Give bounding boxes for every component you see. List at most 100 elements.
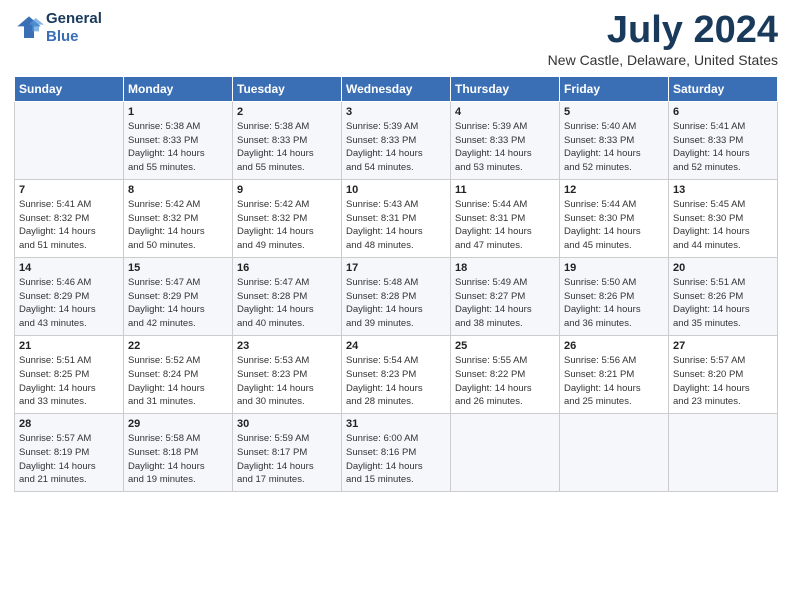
calendar-cell: 29 Sunrise: 5:58 AM Sunset: 8:18 PM Dayli… <box>124 414 233 492</box>
calendar-cell: 17Sunrise: 5:48 AM Sunset: 8:28 PM Dayli… <box>342 257 451 335</box>
calendar-cell: 20 Sunrise: 5:51 AM Sunset: 8:26 PM Dayli… <box>669 257 778 335</box>
day-number: 19 <box>564 262 664 274</box>
day-info: Sunrise: 5:58 AM Sunset: 8:18 PM Dayligh… <box>128 432 228 487</box>
calendar-cell: 27 Sunrise: 5:57 AM Sunset: 8:20 PM Dayli… <box>669 335 778 413</box>
day-number: 29 <box>128 418 228 430</box>
calendar-week-row: 14Sunrise: 5:46 AM Sunset: 8:29 PM Dayli… <box>15 257 778 335</box>
day-info: Sunrise: 5:47 AM Sunset: 8:28 PM Dayligh… <box>237 276 337 331</box>
calendar-cell: 5Sunrise: 5:40 AM Sunset: 8:33 PM Daylig… <box>560 101 669 179</box>
day-number: 28 <box>19 418 119 430</box>
day-info: Sunrise: 5:52 AM Sunset: 8:24 PM Dayligh… <box>128 354 228 409</box>
calendar-cell: 11 Sunrise: 5:44 AM Sunset: 8:31 PM Dayli… <box>451 179 560 257</box>
calendar-week-row: 7 Sunrise: 5:41 AM Sunset: 8:32 PM Daylig… <box>15 179 778 257</box>
main-title: July 2024 <box>548 10 778 52</box>
subtitle: New Castle, Delaware, United States <box>548 52 778 68</box>
calendar-cell: 18Sunrise: 5:49 AM Sunset: 8:27 PM Dayli… <box>451 257 560 335</box>
calendar-week-row: 21 Sunrise: 5:51 AM Sunset: 8:25 PM Dayli… <box>15 335 778 413</box>
calendar-cell <box>560 414 669 492</box>
logo: General Blue <box>14 10 102 46</box>
day-info: Sunrise: 5:39 AM Sunset: 8:33 PM Dayligh… <box>346 120 446 175</box>
day-number: 27 <box>673 340 773 352</box>
day-number: 31 <box>346 418 446 430</box>
header-row: SundayMondayTuesdayWednesdayThursdayFrid… <box>15 76 778 101</box>
main-container: General Blue July 2024 New Castle, Delaw… <box>0 0 792 500</box>
day-info: Sunrise: 5:56 AM Sunset: 8:21 PM Dayligh… <box>564 354 664 409</box>
day-number: 9 <box>237 184 337 196</box>
day-number: 23 <box>237 340 337 352</box>
calendar-cell: 10Sunrise: 5:43 AM Sunset: 8:31 PM Dayli… <box>342 179 451 257</box>
calendar-cell: 31 Sunrise: 6:00 AM Sunset: 8:16 PM Dayli… <box>342 414 451 492</box>
day-info: Sunrise: 5:54 AM Sunset: 8:23 PM Dayligh… <box>346 354 446 409</box>
day-number: 6 <box>673 106 773 118</box>
calendar-cell: 6 Sunrise: 5:41 AM Sunset: 8:33 PM Daylig… <box>669 101 778 179</box>
day-info: Sunrise: 5:42 AM Sunset: 8:32 PM Dayligh… <box>128 198 228 253</box>
calendar-cell <box>451 414 560 492</box>
day-info: Sunrise: 5:50 AM Sunset: 8:26 PM Dayligh… <box>564 276 664 331</box>
calendar-cell: 3 Sunrise: 5:39 AM Sunset: 8:33 PM Daylig… <box>342 101 451 179</box>
logo-text: General Blue <box>46 10 102 46</box>
day-info: Sunrise: 5:42 AM Sunset: 8:32 PM Dayligh… <box>237 198 337 253</box>
day-number: 26 <box>564 340 664 352</box>
day-info: Sunrise: 5:45 AM Sunset: 8:30 PM Dayligh… <box>673 198 773 253</box>
calendar-week-row: 1 Sunrise: 5:38 AM Sunset: 8:33 PM Daylig… <box>15 101 778 179</box>
logo-icon <box>14 13 44 43</box>
header-day: Monday <box>124 76 233 101</box>
day-info: Sunrise: 5:48 AM Sunset: 8:28 PM Dayligh… <box>346 276 446 331</box>
calendar-cell: 21 Sunrise: 5:51 AM Sunset: 8:25 PM Dayli… <box>15 335 124 413</box>
day-info: Sunrise: 5:57 AM Sunset: 8:20 PM Dayligh… <box>673 354 773 409</box>
day-info: Sunrise: 5:41 AM Sunset: 8:32 PM Dayligh… <box>19 198 119 253</box>
calendar-cell: 26 Sunrise: 5:56 AM Sunset: 8:21 PM Dayli… <box>560 335 669 413</box>
calendar-week-row: 28 Sunrise: 5:57 AM Sunset: 8:19 PM Dayli… <box>15 414 778 492</box>
day-info: Sunrise: 5:55 AM Sunset: 8:22 PM Dayligh… <box>455 354 555 409</box>
calendar-cell: 4 Sunrise: 5:39 AM Sunset: 8:33 PM Daylig… <box>451 101 560 179</box>
header-day: Thursday <box>451 76 560 101</box>
day-number: 1 <box>128 106 228 118</box>
day-info: Sunrise: 5:39 AM Sunset: 8:33 PM Dayligh… <box>455 120 555 175</box>
day-number: 7 <box>19 184 119 196</box>
title-area: July 2024 New Castle, Delaware, United S… <box>548 10 778 68</box>
calendar-cell <box>669 414 778 492</box>
day-number: 11 <box>455 184 555 196</box>
day-number: 2 <box>237 106 337 118</box>
day-number: 14 <box>19 262 119 274</box>
day-number: 15 <box>128 262 228 274</box>
day-info: Sunrise: 5:51 AM Sunset: 8:25 PM Dayligh… <box>19 354 119 409</box>
calendar-cell: 15 Sunrise: 5:47 AM Sunset: 8:29 PM Dayli… <box>124 257 233 335</box>
calendar-cell: 8 Sunrise: 5:42 AM Sunset: 8:32 PM Daylig… <box>124 179 233 257</box>
day-number: 18 <box>455 262 555 274</box>
calendar-cell <box>15 101 124 179</box>
day-number: 3 <box>346 106 446 118</box>
day-number: 20 <box>673 262 773 274</box>
day-info: Sunrise: 5:59 AM Sunset: 8:17 PM Dayligh… <box>237 432 337 487</box>
day-number: 4 <box>455 106 555 118</box>
calendar-cell: 1Sunrise: 5:38 AM Sunset: 8:33 PM Daylig… <box>124 101 233 179</box>
day-info: Sunrise: 5:51 AM Sunset: 8:26 PM Dayligh… <box>673 276 773 331</box>
day-number: 24 <box>346 340 446 352</box>
day-number: 21 <box>19 340 119 352</box>
day-info: Sunrise: 5:44 AM Sunset: 8:30 PM Dayligh… <box>564 198 664 253</box>
day-info: Sunrise: 6:00 AM Sunset: 8:16 PM Dayligh… <box>346 432 446 487</box>
calendar-cell: 25Sunrise: 5:55 AM Sunset: 8:22 PM Dayli… <box>451 335 560 413</box>
day-number: 16 <box>237 262 337 274</box>
calendar-cell: 23Sunrise: 5:53 AM Sunset: 8:23 PM Dayli… <box>233 335 342 413</box>
calendar-cell: 12Sunrise: 5:44 AM Sunset: 8:30 PM Dayli… <box>560 179 669 257</box>
day-number: 8 <box>128 184 228 196</box>
day-number: 13 <box>673 184 773 196</box>
day-info: Sunrise: 5:43 AM Sunset: 8:31 PM Dayligh… <box>346 198 446 253</box>
day-info: Sunrise: 5:47 AM Sunset: 8:29 PM Dayligh… <box>128 276 228 331</box>
day-info: Sunrise: 5:57 AM Sunset: 8:19 PM Dayligh… <box>19 432 119 487</box>
day-info: Sunrise: 5:40 AM Sunset: 8:33 PM Dayligh… <box>564 120 664 175</box>
calendar-cell: 7 Sunrise: 5:41 AM Sunset: 8:32 PM Daylig… <box>15 179 124 257</box>
day-info: Sunrise: 5:44 AM Sunset: 8:31 PM Dayligh… <box>455 198 555 253</box>
calendar-cell: 16 Sunrise: 5:47 AM Sunset: 8:28 PM Dayli… <box>233 257 342 335</box>
header-day: Wednesday <box>342 76 451 101</box>
calendar-cell: 13 Sunrise: 5:45 AM Sunset: 8:30 PM Dayli… <box>669 179 778 257</box>
day-info: Sunrise: 5:41 AM Sunset: 8:33 PM Dayligh… <box>673 120 773 175</box>
calendar-cell: 24 Sunrise: 5:54 AM Sunset: 8:23 PM Dayli… <box>342 335 451 413</box>
calendar-cell: 19 Sunrise: 5:50 AM Sunset: 8:26 PM Dayli… <box>560 257 669 335</box>
calendar-cell: 28 Sunrise: 5:57 AM Sunset: 8:19 PM Dayli… <box>15 414 124 492</box>
calendar-cell: 9 Sunrise: 5:42 AM Sunset: 8:32 PM Daylig… <box>233 179 342 257</box>
header-day: Saturday <box>669 76 778 101</box>
day-info: Sunrise: 5:38 AM Sunset: 8:33 PM Dayligh… <box>237 120 337 175</box>
day-number: 30 <box>237 418 337 430</box>
